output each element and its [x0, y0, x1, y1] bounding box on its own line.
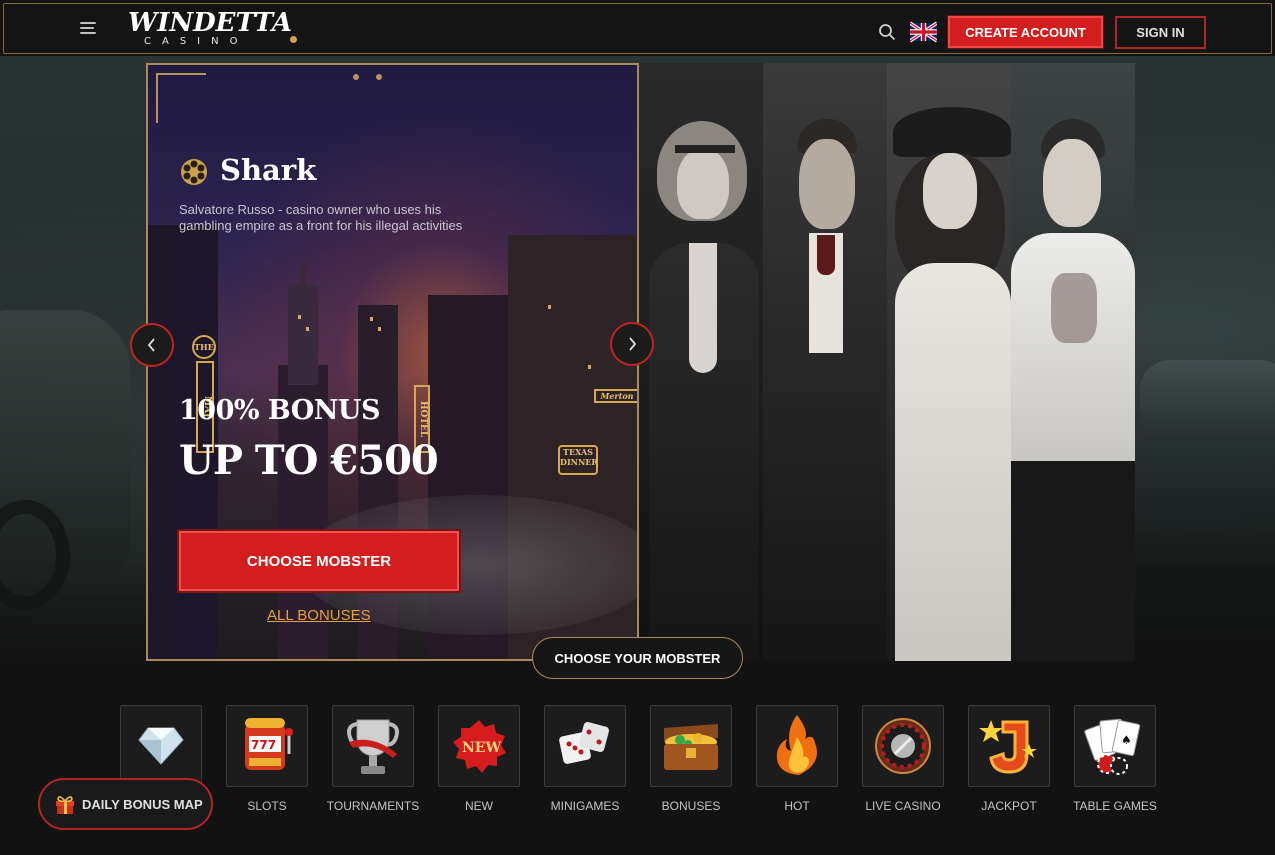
- category-new[interactable]: NEW NEW: [438, 705, 520, 813]
- category-table-games[interactable]: ♠ TABLE GAMES: [1073, 705, 1157, 813]
- top-header: WINDETTA CASINO CREATE ACCOUNT SIGN IN: [3, 3, 1272, 54]
- category-icon-box: [120, 705, 202, 787]
- roulette-icon: [875, 718, 931, 774]
- mobster-characters: [639, 63, 1135, 661]
- dice-icon: [559, 721, 610, 764]
- choose-mobster-button[interactable]: CHOOSE MOBSTER: [177, 529, 461, 593]
- slot-machine-icon: 777: [245, 718, 293, 770]
- trophy-icon: [347, 719, 399, 774]
- chevron-left-icon: [147, 338, 155, 352]
- category-icon-box: [756, 705, 838, 787]
- category-icon-box: [544, 705, 626, 787]
- category-label: TABLE GAMES: [1073, 799, 1157, 813]
- mobster-description: Salvatore Russo - casino owner who uses …: [179, 202, 463, 233]
- new-badge-icon: NEW: [453, 720, 506, 773]
- category-icon-box: [650, 705, 732, 787]
- category-minigames[interactable]: MINIGAMES: [544, 705, 626, 813]
- category-diamond[interactable]: [120, 705, 202, 787]
- window-light: [378, 327, 381, 331]
- character-shirt: [1011, 233, 1135, 463]
- flame-icon: [776, 715, 817, 775]
- choose-your-mobster-button[interactable]: CHOOSE YOUR MOBSTER: [532, 637, 743, 679]
- carousel-prev-button[interactable]: [130, 323, 174, 367]
- deco-dot: [353, 74, 359, 80]
- window-light: [588, 365, 591, 369]
- category-live-casino[interactable]: LIVE CASINO: [862, 705, 944, 813]
- mobster-character-young[interactable]: [1011, 63, 1135, 661]
- svg-text:♠: ♠: [1121, 733, 1132, 747]
- logo-dot: [290, 36, 297, 43]
- category-slots[interactable]: 777 SLOTS: [226, 705, 308, 813]
- hero-promo-card: THE MAJ HOTEL TEXAS DINNER Merton Shark …: [146, 63, 639, 661]
- window-light: [306, 327, 309, 331]
- character-tattoo: [1051, 273, 1097, 343]
- logo-wordmark: WINDETTA: [128, 8, 293, 38]
- category-icon-box: [968, 705, 1050, 787]
- search-icon[interactable]: [878, 23, 896, 41]
- neon-sign-the: THE: [192, 335, 216, 359]
- carousel-next-button[interactable]: [610, 322, 654, 366]
- gift-icon: [56, 796, 74, 814]
- hamburger-menu-icon[interactable]: [80, 22, 98, 36]
- svg-text:NEW: NEW: [462, 740, 501, 756]
- chevron-right-icon: [629, 337, 637, 351]
- daily-bonus-label: DAILY BONUS MAP: [82, 796, 203, 812]
- skyscraper: [288, 285, 318, 385]
- svg-text:777: 777: [251, 738, 276, 752]
- character-cravat: [817, 235, 835, 275]
- window-light: [548, 305, 551, 309]
- character-trousers: [1011, 461, 1135, 661]
- category-icon-box: ♠: [1074, 705, 1156, 787]
- headband: [675, 145, 735, 153]
- category-bonuses[interactable]: BONUSES: [650, 705, 732, 813]
- category-icon-box: NEW: [438, 705, 520, 787]
- sign-in-button[interactable]: SIGN IN: [1115, 16, 1206, 49]
- mobster-character-flapper[interactable]: [639, 63, 763, 661]
- character-hat: [893, 107, 1011, 157]
- character-white-dress: [895, 263, 1011, 661]
- jackpot-icon: [979, 720, 1037, 774]
- cards-icon: ♠: [1084, 718, 1141, 775]
- daily-bonus-map-button[interactable]: DAILY BONUS MAP: [38, 778, 213, 830]
- character-face: [1043, 139, 1101, 227]
- diamond-icon: [138, 727, 184, 765]
- character-face: [677, 149, 729, 219]
- treasure-chest-icon: [664, 724, 718, 770]
- windetta-logo[interactable]: WINDETTA CASINO: [128, 10, 298, 52]
- window-light: [370, 317, 373, 321]
- category-hot[interactable]: HOT: [756, 705, 838, 813]
- bonus-percent: 100% BONUS: [179, 395, 380, 426]
- character-face: [923, 153, 977, 229]
- character-face: [799, 139, 855, 229]
- category-icon-box: 777: [226, 705, 308, 787]
- all-bonuses-link[interactable]: ALL BONUSES: [267, 607, 371, 624]
- category-icon-box: [332, 705, 414, 787]
- mobster-character-lady[interactable]: [887, 63, 1011, 661]
- bonus-amount: UP TO €500: [179, 437, 439, 484]
- category-jackpot[interactable]: JACKPOT: [968, 705, 1050, 813]
- neon-sign-merton: Merton: [594, 389, 637, 403]
- uk-flag-icon[interactable]: [910, 20, 937, 44]
- create-account-button[interactable]: CREATE ACCOUNT: [947, 15, 1104, 49]
- character-chest: [689, 243, 717, 373]
- category-tournaments[interactable]: TOURNAMENTS: [327, 705, 419, 813]
- deco-dot: [376, 74, 382, 80]
- mobster-name: Shark: [220, 153, 317, 187]
- mobster-character-shark[interactable]: [763, 63, 887, 661]
- vintage-car-right: [1140, 360, 1275, 440]
- skyscraper-spire: [300, 265, 306, 289]
- category-icon-box: [862, 705, 944, 787]
- neon-sign-texas: TEXAS DINNER: [558, 445, 598, 475]
- revolver-cylinder-icon: [181, 159, 207, 185]
- art-deco-corner: [156, 73, 206, 123]
- window-light: [298, 315, 301, 319]
